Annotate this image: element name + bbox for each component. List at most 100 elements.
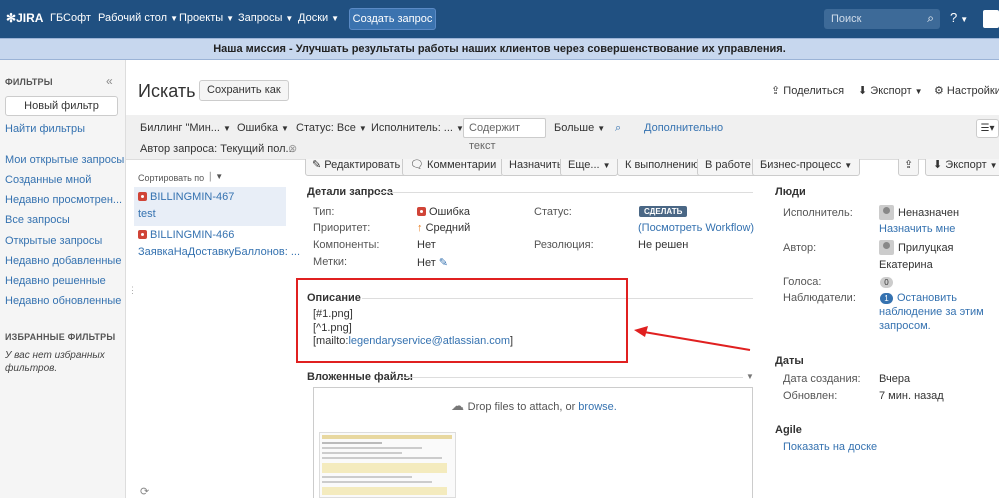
search-icon: ⌕ xyxy=(927,11,934,25)
attachments-options-icon[interactable]: ▼ xyxy=(746,372,754,381)
votes-count[interactable]: 0 xyxy=(880,277,893,288)
save-as-button[interactable]: Сохранить как xyxy=(199,80,289,101)
gear-icon: ⚙ xyxy=(934,85,947,97)
filter-bar: Биллинг "Мин... ▼ Ошибка ▼ Статус: Все ▼ Ис… xyxy=(126,115,999,160)
stop-watching-link-line3[interactable]: запросом. xyxy=(879,320,931,332)
show-on-board-link[interactable]: Показать на доске xyxy=(783,441,877,453)
remove-filter-icon[interactable]: ⊗ xyxy=(288,142,297,155)
filter-author[interactable]: Автор запроса: Текущий пол... xyxy=(140,143,295,155)
created-label: Дата создания: xyxy=(783,373,861,385)
sidebar-item-open-issues[interactable]: Открытые запросы xyxy=(5,235,102,247)
text-filter-input[interactable]: Содержит текст xyxy=(463,118,546,152)
search-input[interactable]: Поиск ⌕ xyxy=(824,9,940,29)
stop-watching-link[interactable]: Остановить xyxy=(897,292,957,304)
filters-sidebar: ФИЛЬТРЫ « Новый фильтр Найти фильтры Мои… xyxy=(0,60,126,498)
priority-value: ↑ Средний xyxy=(417,222,471,234)
divider xyxy=(400,377,743,378)
list-item[interactable]: BILLINGMIN-466 ЗаявкаНаДоставкуБаллонов:… xyxy=(134,226,300,265)
highlight-box xyxy=(296,278,628,363)
page-title: Искать xyxy=(138,81,196,101)
sidebar-item-recently-viewed[interactable]: Недавно просмотрен... xyxy=(5,194,122,206)
drop-text: Drop files to attach, or xyxy=(467,401,576,413)
stop-watching-link-line2[interactable]: наблюдение за этим xyxy=(879,306,984,318)
refresh-icon[interactable]: ⟳ xyxy=(140,485,149,498)
top-navigation-bar: ✻JIRA ГБСофт Рабочий стол ▼ Проекты ▼ Запр… xyxy=(0,0,999,38)
updated-value: 7 мин. назад xyxy=(879,390,944,402)
author-label: Автор: xyxy=(783,242,817,254)
pencil-icon: ✎ xyxy=(312,159,325,171)
advanced-search-link[interactable]: Дополнительно xyxy=(644,122,723,134)
help-icon[interactable]: ? ▼ xyxy=(950,10,968,25)
author-value: Прилуцкая xyxy=(898,242,954,254)
bug-icon xyxy=(138,230,147,239)
labels-label: Метки: xyxy=(313,256,348,268)
assign-to-me-link[interactable]: Назначить мне xyxy=(879,223,955,235)
sidebar-item-reported-by-me[interactable]: Созданные мной xyxy=(5,174,91,186)
nav-boards[interactable]: Доски ▼ xyxy=(298,12,339,24)
sidebar-item-my-open[interactable]: Мои открытые запросы xyxy=(5,154,124,166)
view-workflow-link[interactable]: (Посмотреть Workflow) xyxy=(638,222,754,234)
attachment-thumbnail[interactable] xyxy=(319,432,456,498)
bug-icon xyxy=(417,207,426,216)
layout-switch-icon[interactable]: ☰▾ xyxy=(976,119,999,138)
filter-status[interactable]: Статус: Все ▼ xyxy=(296,122,367,134)
mission-banner: Наша миссия - Улучшать результаты работы… xyxy=(0,38,999,60)
sort-dropdown-icon[interactable]: │ ▼ xyxy=(208,172,223,181)
filter-more[interactable]: Больше ▼ xyxy=(554,122,605,134)
assignee-label: Исполнитель: xyxy=(783,207,853,219)
labels-value[interactable]: Нет ✎ xyxy=(417,256,448,269)
status-label: Статус: xyxy=(534,206,572,218)
resolution-value: Не решен xyxy=(638,239,689,251)
company-name[interactable]: ГБСофт xyxy=(50,12,91,24)
filter-project[interactable]: Биллинг "Мин... ▼ xyxy=(140,122,231,134)
share-button[interactable]: ⇪ Поделиться xyxy=(771,84,844,97)
list-item[interactable]: BILLINGMIN-467 test xyxy=(134,187,286,226)
components-label: Компоненты: xyxy=(313,239,380,251)
pencil-icon: ✎ xyxy=(435,257,449,269)
export-icon: ⬇ xyxy=(858,85,871,97)
comment-icon: 🗨 xyxy=(410,159,428,171)
resize-handle[interactable]: ⋮ xyxy=(128,285,137,296)
filter-type[interactable]: Ошибка ▼ xyxy=(237,122,289,134)
chevron-down-icon: ▼ xyxy=(170,14,178,23)
jira-logo[interactable]: ✻JIRA xyxy=(6,11,43,25)
annotation-arrow xyxy=(634,326,751,351)
user-avatar[interactable] xyxy=(983,10,999,28)
find-filters-link[interactable]: Найти фильтры xyxy=(5,123,85,135)
collapse-sidebar-icon[interactable]: « xyxy=(106,74,113,88)
updated-label: Обновлен: xyxy=(783,390,838,402)
nav-dashboards[interactable]: Рабочий стол ▼ xyxy=(98,12,178,24)
cloud-upload-icon: ☁ xyxy=(451,398,468,413)
assignee-value: Неназначен xyxy=(898,207,960,219)
created-value: Вчера xyxy=(879,373,911,385)
browse-link[interactable]: browse. xyxy=(578,401,617,413)
attachments-header: Вложенные файлы xyxy=(307,371,413,383)
filter-assignee[interactable]: Исполнитель: ... ▼ xyxy=(371,122,464,134)
type-value: Ошибка xyxy=(417,206,470,218)
new-filter-button[interactable]: Новый фильтр xyxy=(5,96,118,116)
sidebar-item-recently-updated[interactable]: Недавно обновленные xyxy=(5,295,121,307)
export-icon: ⬇ xyxy=(933,159,946,171)
create-issue-button[interactable]: Создать запрос xyxy=(349,8,436,30)
settings-button[interactable]: ⚙ Настройки▼ xyxy=(934,84,999,97)
filter-bar-edge xyxy=(126,155,999,159)
agile-header: Agile xyxy=(775,424,802,436)
jira-logo-icon: ✻ xyxy=(6,11,17,25)
export-button[interactable]: ⬇ Экспорт ▼ xyxy=(858,84,923,97)
chevron-down-icon: ▼ xyxy=(226,14,235,23)
sidebar-item-all-issues[interactable]: Все запросы xyxy=(5,214,70,226)
chevron-down-icon: ▼ xyxy=(285,14,294,23)
sort-by-label[interactable]: Сортировать по xyxy=(138,173,204,183)
search-icon[interactable]: ⌕ xyxy=(615,122,621,135)
divider xyxy=(378,192,753,193)
status-badge[interactable]: СДЕЛАТЬ xyxy=(639,206,688,217)
avatar xyxy=(879,240,894,255)
dates-header: Даты xyxy=(775,355,804,367)
nav-projects[interactable]: Проекты ▼ xyxy=(179,12,234,24)
sidebar-item-recently-resolved[interactable]: Недавно решенные xyxy=(5,275,106,287)
nav-issues[interactable]: Запросы ▼ xyxy=(238,12,293,24)
bug-icon xyxy=(138,192,147,201)
sidebar-item-recently-added[interactable]: Недавно добавленные xyxy=(5,255,121,267)
author-value-line2: Екатерина xyxy=(879,259,933,271)
watchers-count[interactable]: 1 xyxy=(880,293,893,304)
